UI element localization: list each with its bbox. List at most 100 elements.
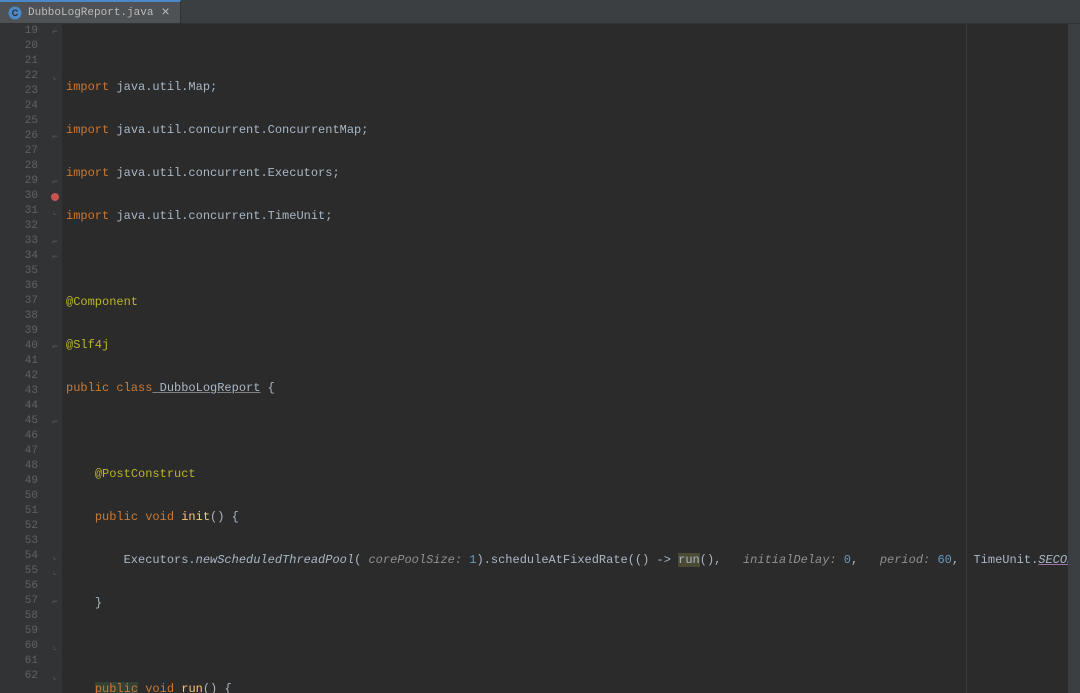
keyword: public class — [66, 381, 152, 395]
line-number: 24 — [0, 99, 38, 114]
line-number: 43 — [0, 384, 38, 399]
line-number: 42 — [0, 369, 38, 384]
gutter-mark — [48, 624, 62, 639]
fold-icon[interactable]: ⌞ — [52, 552, 57, 562]
code-area[interactable]: import java.util.Map; import java.util.c… — [62, 24, 1068, 693]
line-number: 27 — [0, 144, 38, 159]
text: () { — [210, 510, 239, 524]
line-number: 34 — [0, 249, 38, 264]
gutter-mark — [48, 99, 62, 114]
fold-icon[interactable]: ⌞ — [52, 207, 57, 217]
gutter-mark: ⌞ — [48, 564, 62, 579]
line-number: 19 — [0, 24, 38, 39]
line-number: 25 — [0, 114, 38, 129]
gutter-mark — [48, 39, 62, 54]
fold-icon[interactable]: ⌞ — [52, 567, 57, 577]
annotation: @Slf4j — [66, 338, 109, 352]
gutter-mark — [48, 579, 62, 594]
close-icon[interactable]: × — [159, 6, 171, 20]
gutter-mark — [48, 504, 62, 519]
import-path: java.util.concurrent.Executors; — [116, 166, 339, 180]
java-class-icon: C — [8, 6, 22, 20]
gutter-mark: ⌞ — [48, 669, 62, 684]
gutter-mark: ⌞ — [48, 549, 62, 564]
gutter-mark — [48, 189, 62, 204]
text: (), — [700, 553, 743, 567]
fold-icon[interactable]: ⌞ — [52, 72, 57, 82]
text: , — [851, 553, 880, 567]
number: 60 — [930, 553, 952, 567]
fold-icon[interactable]: ⌞ — [52, 672, 57, 682]
text: ). — [477, 553, 491, 567]
code-editor[interactable]: 1920212223242526272829303132333435363738… — [0, 24, 1080, 693]
line-number: 50 — [0, 489, 38, 504]
line-number: 60 — [0, 639, 38, 654]
gutter-mark: ⌐ — [48, 414, 62, 429]
fold-icon[interactable]: ⌐ — [52, 342, 57, 352]
import-path: java.util.Map; — [116, 80, 217, 94]
gutter-mark: ⌞ — [48, 204, 62, 219]
breakpoint-icon[interactable] — [51, 193, 59, 201]
gutter-mark — [48, 369, 62, 384]
fold-icon[interactable]: ⌐ — [52, 132, 57, 142]
gutter-mark — [48, 309, 62, 324]
line-number: 21 — [0, 54, 38, 69]
annotation: @Component — [66, 295, 138, 309]
fold-icon[interactable]: ⌐ — [52, 177, 57, 187]
gutter-mark — [48, 474, 62, 489]
line-number: 32 — [0, 219, 38, 234]
fold-icon[interactable]: ⌐ — [52, 27, 57, 37]
line-number: 58 — [0, 609, 38, 624]
keyword: public void — [95, 510, 174, 524]
text: , TimeUnit. — [952, 553, 1038, 567]
line-number: 41 — [0, 354, 38, 369]
fold-icon[interactable]: ⌐ — [52, 417, 57, 427]
gutter-mark — [48, 219, 62, 234]
line-number: 46 — [0, 429, 38, 444]
line-number: 47 — [0, 444, 38, 459]
import-path: java.util.concurrent.ConcurrentMap; — [116, 123, 368, 137]
gutter-mark — [48, 324, 62, 339]
line-number: 38 — [0, 309, 38, 324]
fold-icon[interactable]: ⌐ — [52, 237, 57, 247]
line-number: 56 — [0, 579, 38, 594]
text: { — [260, 381, 274, 395]
gutter-mark — [48, 264, 62, 279]
line-number: 20 — [0, 39, 38, 54]
line-number: 33 — [0, 234, 38, 249]
gutter-mark — [48, 159, 62, 174]
editor-tab[interactable]: C DubboLogReport.java × — [0, 0, 181, 23]
line-number: 49 — [0, 474, 38, 489]
line-number: 59 — [0, 624, 38, 639]
gutter-mark — [48, 279, 62, 294]
gutter-mark — [48, 429, 62, 444]
text: (() -> — [628, 553, 678, 567]
gutter-mark — [48, 609, 62, 624]
gutter-mark — [48, 144, 62, 159]
gutter-mark — [48, 54, 62, 69]
gutter-mark: ⌐ — [48, 594, 62, 609]
text: () { — [203, 682, 232, 693]
fold-icon[interactable]: ⌐ — [52, 252, 57, 262]
keyword: import — [66, 80, 109, 94]
line-number: 40 — [0, 339, 38, 354]
line-number: 35 — [0, 264, 38, 279]
fold-icon[interactable]: ⌞ — [52, 642, 57, 652]
brace: } — [95, 596, 102, 610]
text: ( — [354, 553, 368, 567]
gutter-mark: ⌐ — [48, 129, 62, 144]
line-number: 39 — [0, 324, 38, 339]
gutter-mark: ⌐ — [48, 234, 62, 249]
gutter-marks: ⌐ ⌞ ⌐ ⌐ ⌞ ⌐ ⌐ ⌐ ⌐ ⌞ ⌞ ⌐ ⌞ ⌞ — [48, 24, 62, 693]
method-name: init — [174, 510, 210, 524]
static-method: newScheduledThreadPool — [196, 553, 354, 567]
line-number: 37 — [0, 294, 38, 309]
keyword: public — [95, 682, 138, 693]
line-number: 30 — [0, 189, 38, 204]
fold-icon[interactable]: ⌐ — [52, 597, 57, 607]
keyword: import — [66, 123, 109, 137]
annotation: @PostConstruct — [95, 467, 196, 481]
tab-bar: C DubboLogReport.java × — [0, 0, 1080, 24]
line-number: 36 — [0, 279, 38, 294]
error-stripe[interactable] — [1068, 24, 1080, 693]
